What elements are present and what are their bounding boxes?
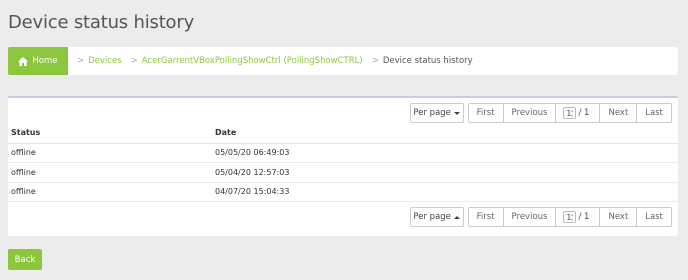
last-page-button[interactable]: Last [637, 104, 671, 122]
breadcrumb-separator: > [130, 56, 138, 66]
next-page-button[interactable]: Next [600, 104, 638, 122]
pagination-group: First Previous 1 / 1 Next Last [467, 207, 672, 227]
per-page-dropdown[interactable]: Per page [409, 207, 464, 227]
pager-top: Per page First Previous 1 / 1 Next Last [409, 103, 672, 123]
breadcrumb-home-label: Home [32, 56, 58, 66]
first-page-button[interactable]: First [468, 208, 504, 226]
status-cell: offline [8, 143, 215, 163]
page-number-input[interactable]: 1 [563, 211, 577, 223]
caret-down-icon [453, 111, 460, 115]
status-table: Status Date offline 05/05/20 06:49:03 of… [8, 123, 678, 202]
table-row: offline 05/05/20 06:49:03 [8, 143, 678, 163]
breadcrumb-separator: > [77, 56, 85, 66]
previous-page-button[interactable]: Previous [503, 208, 557, 226]
column-header-date[interactable]: Date [215, 123, 678, 144]
page-number-field: 1 / 1 [556, 208, 601, 226]
page-total: / 1 [578, 108, 590, 118]
previous-page-button[interactable]: Previous [503, 104, 557, 122]
table-header-row: Status Date [8, 123, 678, 144]
breadcrumb: Home > Devices > AcerGarrentVBoxPollingS… [8, 47, 678, 75]
per-page-label: Per page [413, 108, 451, 118]
status-history-panel: Per page First Previous 1 / 1 Next Last … [8, 96, 678, 236]
breadcrumb-current: Device status history [382, 56, 473, 66]
page-number-field: 1 / 1 [556, 104, 601, 122]
per-page-dropdown[interactable]: Per page [409, 103, 464, 123]
breadcrumb-home[interactable]: Home [8, 47, 68, 75]
caret-up-icon [453, 215, 460, 219]
column-header-status[interactable]: Status [8, 123, 215, 144]
pagination-group: First Previous 1 / 1 Next Last [467, 103, 672, 123]
status-cell: offline [8, 162, 215, 183]
back-button[interactable]: Back [8, 249, 42, 270]
spinner-icon[interactable] [571, 110, 574, 117]
page-title: Device status history [8, 12, 195, 33]
per-page-label: Per page [413, 212, 451, 222]
page-total: / 1 [578, 212, 590, 222]
date-cell: 05/05/20 06:49:03 [215, 143, 678, 163]
date-cell: 04/07/20 15:04:33 [215, 182, 678, 202]
date-cell: 05/04/20 12:57:03 [215, 162, 678, 183]
table-row: offline 04/07/20 15:04:33 [8, 182, 678, 202]
page-number-input[interactable]: 1 [563, 107, 577, 119]
first-page-button[interactable]: First [468, 104, 504, 122]
last-page-button[interactable]: Last [637, 208, 671, 226]
breadcrumb-device[interactable]: AcerGarrentVBoxPollingShowCtrl (PollingS… [142, 56, 363, 66]
status-cell: offline [8, 182, 215, 202]
breadcrumb-devices[interactable]: Devices [88, 56, 122, 66]
spinner-icon[interactable] [571, 214, 574, 221]
pager-bottom: Per page First Previous 1 / 1 Next Last [409, 207, 672, 227]
table-row: offline 05/04/20 12:57:03 [8, 162, 678, 183]
breadcrumb-separator: > [371, 56, 379, 66]
home-icon [18, 56, 29, 66]
next-page-button[interactable]: Next [600, 208, 638, 226]
